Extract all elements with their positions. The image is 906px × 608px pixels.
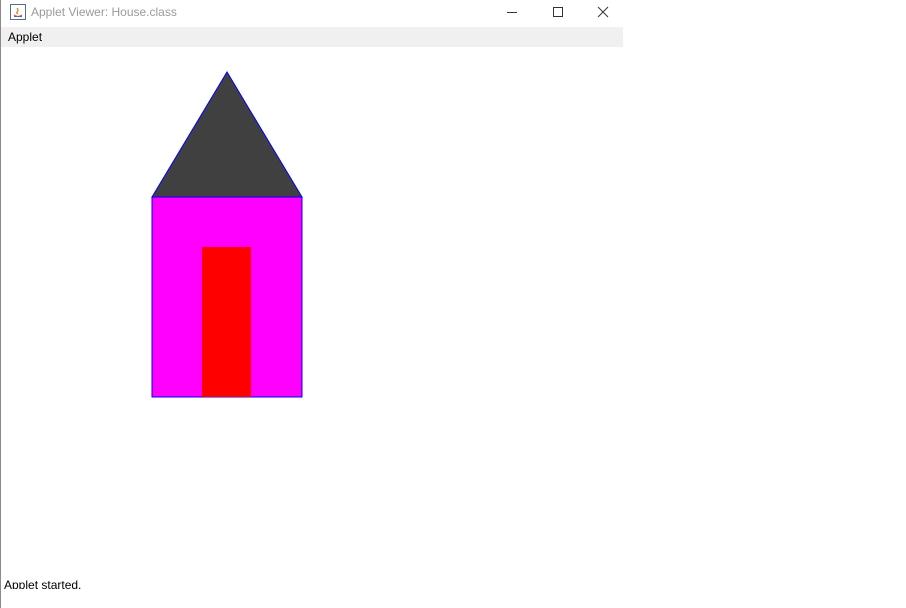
- menu-applet[interactable]: Applet: [8, 30, 42, 44]
- window-title: Applet Viewer: House.class: [31, 5, 177, 19]
- minimize-button[interactable]: [489, 0, 535, 24]
- menu-bar: Applet: [1, 27, 623, 47]
- maximize-icon: [553, 7, 563, 17]
- house-roof: [151, 71, 303, 198]
- title-bar[interactable]: Applet Viewer: House.class: [1, 0, 623, 26]
- close-button[interactable]: [580, 0, 626, 24]
- maximize-button[interactable]: [535, 0, 581, 24]
- applet-viewer-window: Applet Viewer: House.class Applet Applet…: [0, 0, 623, 608]
- minimize-icon: [507, 12, 517, 13]
- status-text: Applet started.: [4, 578, 82, 589]
- house-drawing: [151, 71, 303, 398]
- status-bar: Applet started.: [4, 578, 304, 589]
- close-icon: [597, 6, 609, 18]
- java-app-icon: [10, 4, 26, 20]
- applet-canvas: [1, 47, 623, 577]
- house-door: [202, 247, 251, 397]
